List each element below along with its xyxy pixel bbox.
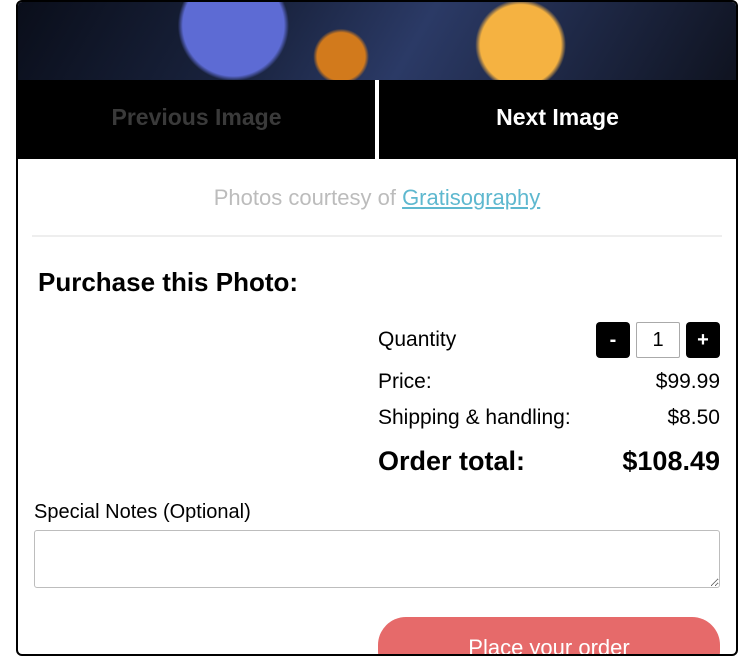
image-nav: Previous Image Next Image (18, 80, 736, 159)
notes-section: Special Notes (Optional) (34, 501, 720, 593)
previous-image-button: Previous Image (18, 80, 375, 159)
submit-wrap: Place your order (378, 617, 720, 656)
notes-input[interactable] (34, 530, 720, 588)
quantity-row: Quantity - + (378, 316, 720, 364)
shipping-value: $8.50 (667, 406, 720, 430)
total-row: Order total: $108.49 (378, 436, 720, 483)
quantity-plus-button[interactable]: + (686, 322, 720, 358)
notes-label: Special Notes (Optional) (34, 501, 720, 524)
order-card: Previous Image Next Image Photos courtes… (16, 0, 738, 656)
quantity-minus-button[interactable]: - (596, 322, 630, 358)
price-row: Price: $99.99 (378, 364, 720, 400)
shipping-label: Shipping & handling: (378, 406, 571, 430)
next-image-button[interactable]: Next Image (379, 80, 736, 159)
price-label: Price: (378, 370, 432, 394)
shipping-row: Shipping & handling: $8.50 (378, 400, 720, 436)
photo-credit: Photos courtesy of Gratisography (18, 159, 736, 225)
price-value: $99.99 (656, 370, 720, 394)
order-summary: Quantity - + Price: $99.99 Shipping & ha… (378, 316, 720, 483)
place-order-button[interactable]: Place your order (378, 617, 720, 656)
credit-prefix: Photos courtesy of (214, 185, 402, 210)
product-image (18, 2, 736, 80)
total-label: Order total: (378, 446, 525, 477)
total-value: $108.49 (622, 446, 720, 477)
purchase-heading: Purchase this Photo: (18, 237, 736, 308)
quantity-label: Quantity (378, 328, 456, 352)
credit-link[interactable]: Gratisography (402, 185, 540, 210)
quantity-stepper: - + (596, 322, 720, 358)
quantity-input[interactable] (636, 322, 680, 358)
